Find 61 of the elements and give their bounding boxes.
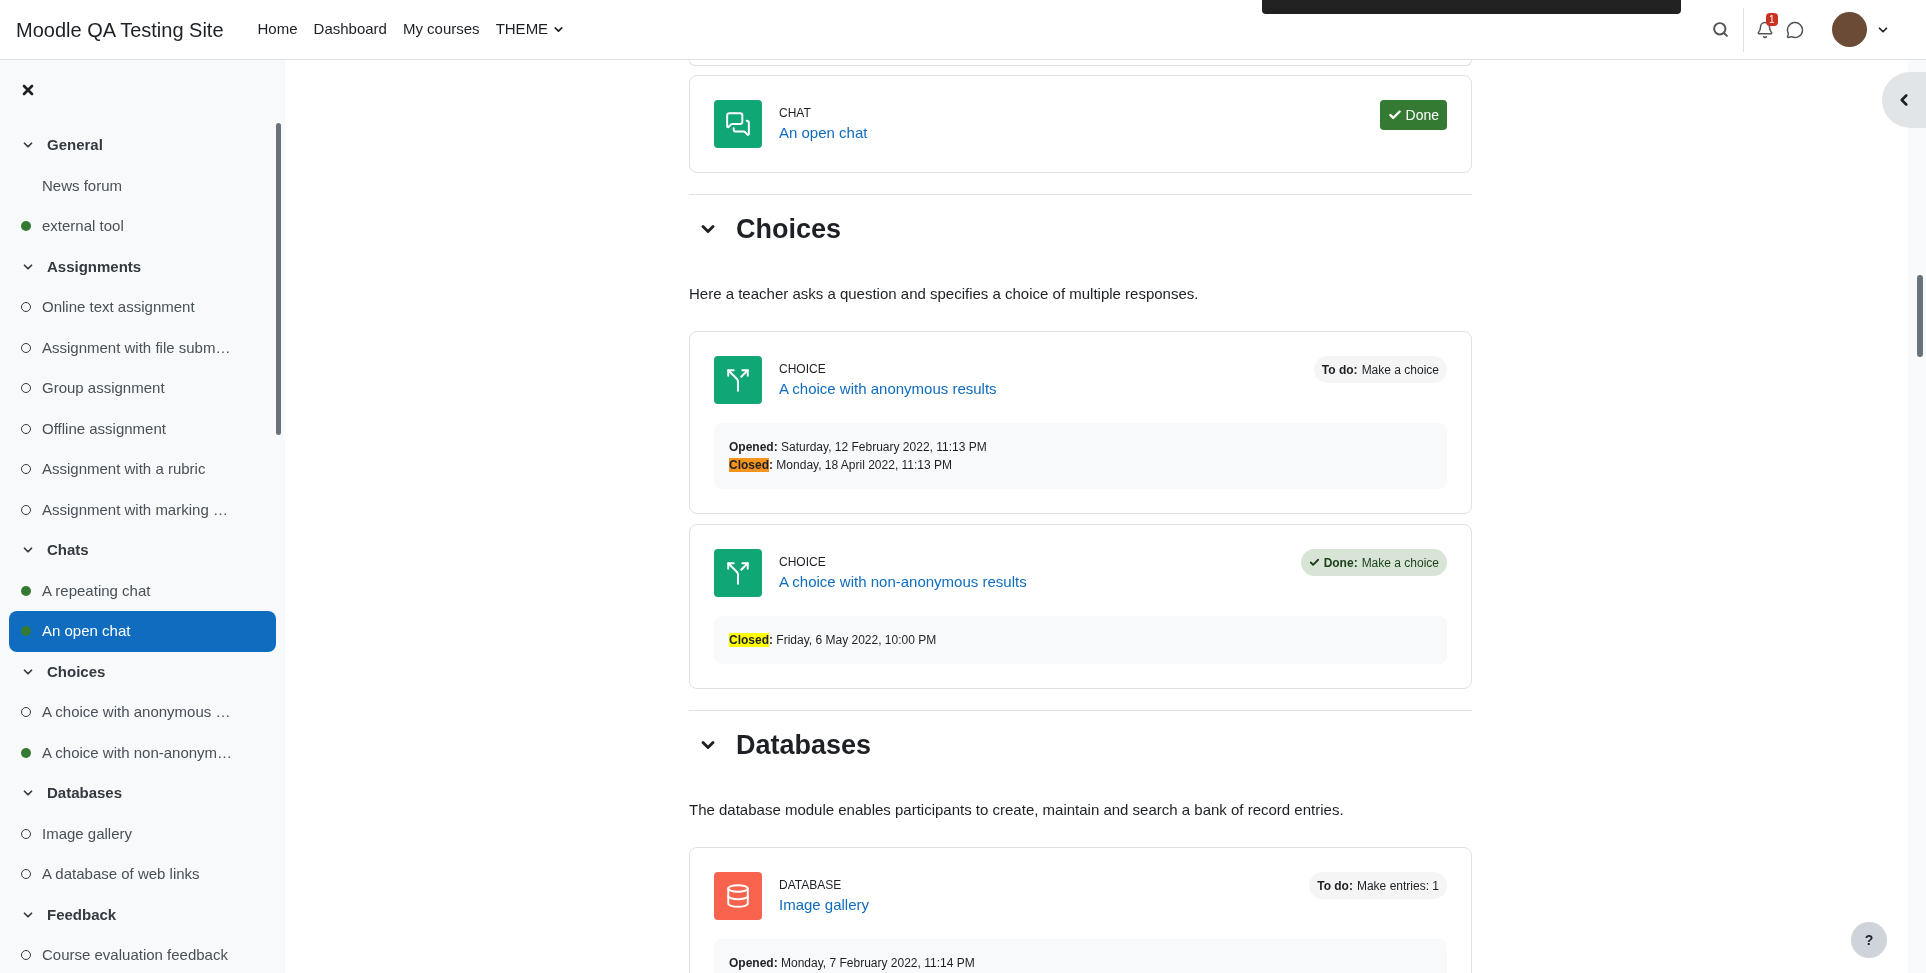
course-index-item[interactable]: Group assignment (9, 368, 276, 409)
close-icon[interactable] (20, 82, 36, 98)
date-line: Closed: Monday, 18 April 2022, 11:13 PM (729, 457, 954, 474)
activity-type: CHAT (779, 105, 812, 122)
help-button[interactable]: ? (1851, 922, 1887, 958)
split-arrow-icon (725, 367, 751, 393)
nav-link[interactable]: Home (249, 18, 306, 41)
course-index-item[interactable]: Online text assignment (9, 287, 276, 328)
section-heading[interactable]: Databases (0, 773, 285, 814)
course-index-item[interactable]: News forum (9, 165, 276, 206)
check-icon (1308, 557, 1320, 568)
course-index-item[interactable]: Offline assignment (9, 408, 276, 449)
completion-badge: Done: Make a choice (1300, 549, 1447, 576)
nav-link[interactable]: My courses (394, 18, 488, 41)
section-title: Choices (736, 212, 842, 246)
course-index-item[interactable]: Assignment with a rubric (9, 449, 276, 490)
activity-type: CHOICE (779, 361, 827, 378)
check-icon (1387, 108, 1402, 122)
nav-link[interactable]: THEME (487, 18, 574, 41)
notification-count: 1 (1766, 12, 1778, 26)
avatar[interactable] (1832, 12, 1867, 47)
section-heading[interactable]: Feedback (0, 894, 285, 935)
scrollbar-thumb[interactable] (1917, 275, 1923, 357)
course-index-item[interactable]: A choice with anonymous … (9, 692, 276, 733)
date-line: Closed: Friday, 6 May 2022, 10:00 PM (729, 632, 938, 649)
course-index-item[interactable]: Course evaluation feedback (9, 935, 276, 973)
chat-bubbles-icon (725, 111, 751, 137)
course-index-item[interactable]: A database of web links (9, 854, 276, 895)
activity-link[interactable]: A choice with non-anonymous results (779, 571, 1027, 593)
search-icon[interactable] (1712, 21, 1729, 38)
course-index-item[interactable]: Image gallery (9, 813, 276, 854)
section-heading[interactable]: Assignments (0, 246, 285, 287)
course-index-item[interactable]: external tool (9, 206, 276, 247)
site-name[interactable]: Moodle QA Testing Site (16, 14, 224, 45)
course-index-item[interactable]: A repeating chat (9, 570, 276, 611)
section-title: Databases (736, 728, 872, 762)
done-button[interactable]: Done (1379, 100, 1447, 130)
section-description: Here a teacher asks a question and specifies a choice of multiple responses. (689, 284, 1200, 304)
message-icon[interactable] (1786, 20, 1804, 39)
date-line: Opened: Saturday, 12 February 2022, 11:13 PM (729, 439, 988, 456)
course-index-item[interactable]: A choice with non-anonym… (9, 732, 276, 773)
course-index-item[interactable]: An open chat (9, 611, 276, 652)
activity-link[interactable]: A choice with anonymous results (779, 378, 997, 400)
database-icon (725, 883, 751, 909)
completion-badge: To do: Make a choice (1313, 356, 1447, 383)
completion-badge: To do: Make entries: 1 (1309, 872, 1447, 899)
section-heading[interactable]: Choices (0, 651, 285, 692)
nav-link[interactable]: Dashboard (305, 18, 395, 41)
date-line: Opened: Monday, 7 February 2022, 11:14 PM (729, 955, 976, 972)
activity-link[interactable]: Image gallery (779, 894, 870, 916)
course-index-item[interactable]: Assignment with marking … (9, 489, 276, 530)
activity-type: CHOICE (779, 554, 827, 571)
drawer-toggle-button[interactable] (1882, 72, 1926, 128)
activity-link[interactable]: An open chat (779, 122, 868, 144)
activity-type: DATABASE (779, 877, 843, 894)
section-heading[interactable]: Chats (0, 530, 285, 571)
section-description: The database module enables participants to create, maintain and search a bank of record entries. (689, 800, 1345, 820)
course-index-item[interactable]: Assignment with file subm… (9, 327, 276, 368)
scrollbar-thumb[interactable] (276, 123, 281, 435)
split-arrow-icon (725, 560, 751, 586)
section-heading[interactable]: General (0, 125, 285, 166)
